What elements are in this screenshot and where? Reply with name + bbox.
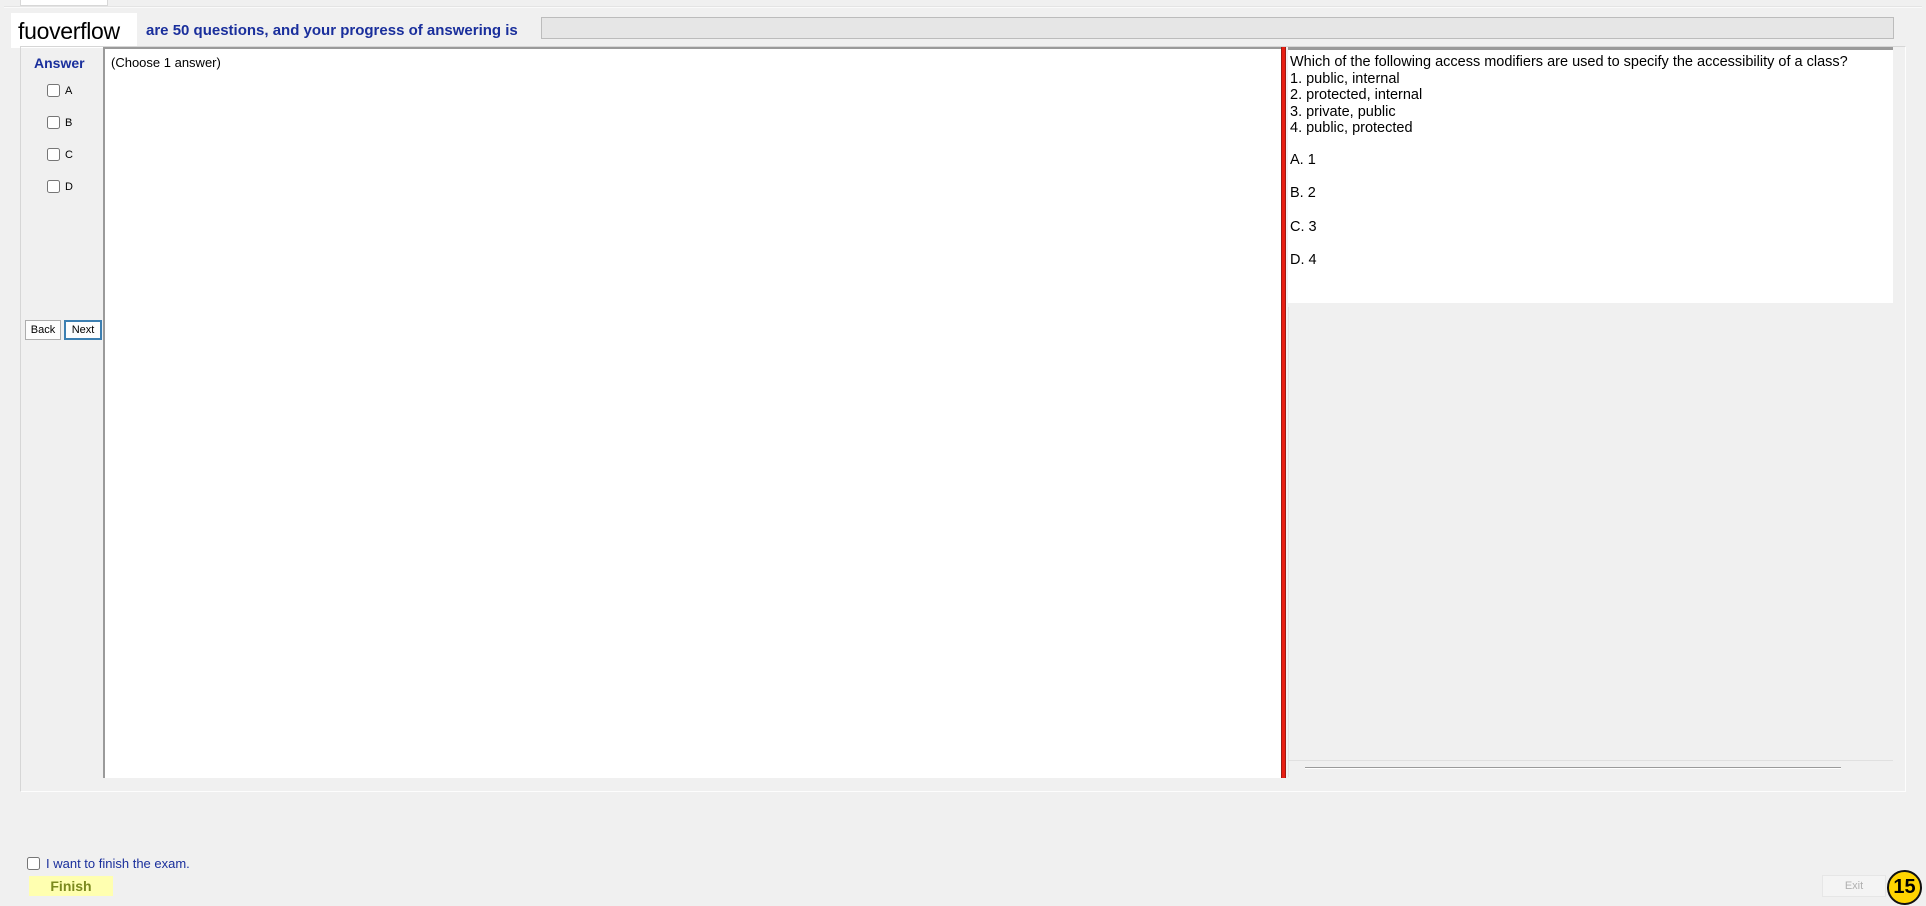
question-option-a: A. 1	[1290, 152, 1316, 168]
choice-b[interactable]: B	[47, 116, 72, 129]
progress-label: are 50 questions, and your progress of a…	[146, 22, 518, 39]
choice-d-label: D	[65, 180, 73, 193]
answer-hint: (Choose 1 answer)	[111, 55, 221, 70]
choice-b-checkbox[interactable]	[47, 116, 60, 129]
choice-a-label: A	[65, 84, 73, 97]
progress-bar	[541, 17, 1894, 39]
choice-a[interactable]: A	[47, 84, 72, 97]
question-option-d: D. 4	[1290, 252, 1317, 268]
back-button[interactable]: Back	[25, 320, 61, 340]
exit-button[interactable]: Exit	[1822, 875, 1886, 897]
question-line: 1. public, internal	[1290, 70, 1400, 87]
question-line: 3. private, public	[1290, 103, 1396, 120]
question-text: Which of the following access modifiers …	[1290, 54, 1848, 137]
choice-a-checkbox[interactable]	[47, 84, 60, 97]
question-counter-badge: 15	[1887, 870, 1922, 905]
finish-button[interactable]: Finish	[29, 876, 113, 896]
finish-confirm-label: I want to finish the exam.	[46, 856, 190, 871]
answer-panel: Answer A B C D Back Next	[22, 47, 103, 777]
finish-confirm[interactable]: I want to finish the exam.	[27, 856, 190, 871]
choice-c[interactable]: C	[47, 148, 73, 161]
question-option-c: C. 3	[1290, 219, 1317, 235]
question-line: 4. public, protected	[1290, 120, 1413, 136]
question-line: 2. protected, internal	[1290, 87, 1423, 103]
finish-confirm-checkbox[interactable]	[27, 857, 40, 870]
image-panel-divider	[1305, 767, 1841, 769]
top-divider	[4, 6, 1922, 8]
choice-b-label: B	[65, 116, 73, 129]
answer-heading: Answer	[34, 55, 85, 71]
question-option-b: B. 2	[1290, 185, 1316, 201]
choice-c-checkbox[interactable]	[47, 148, 60, 161]
next-button[interactable]: Next	[64, 320, 102, 340]
panel-splitter[interactable]	[1281, 47, 1286, 778]
choice-d-checkbox[interactable]	[47, 180, 60, 193]
answer-text-area[interactable]: (Choose 1 answer)	[103, 47, 1283, 778]
choice-d[interactable]: D	[47, 180, 73, 193]
question-image-panel	[1288, 307, 1893, 777]
brand-logo-text: fuoverflow	[11, 13, 137, 48]
choice-c-label: C	[65, 148, 73, 161]
image-panel-rule	[1288, 760, 1893, 761]
question-panel: Which of the following access modifiers …	[1288, 47, 1893, 303]
question-line: Which of the following access modifiers …	[1290, 54, 1848, 70]
